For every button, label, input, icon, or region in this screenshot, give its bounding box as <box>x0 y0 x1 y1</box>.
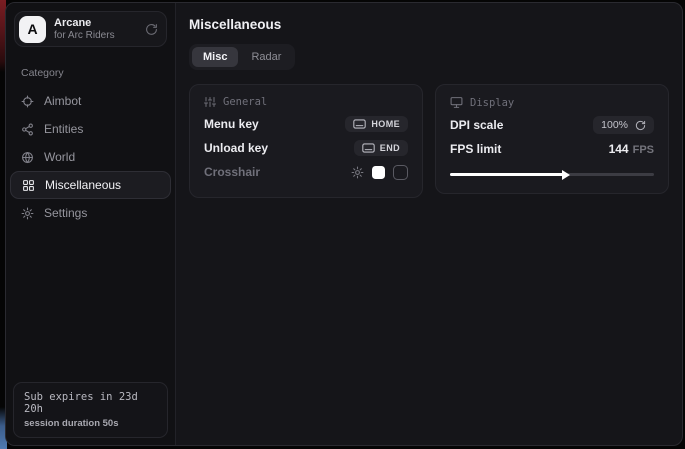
keyboard-icon <box>353 119 366 129</box>
sync-icon[interactable] <box>145 23 158 36</box>
sidebar-item-label: Settings <box>44 206 87 220</box>
menu-key-bind-button[interactable]: HOME <box>345 116 408 132</box>
general-card-header: General <box>204 96 408 108</box>
fps-limit-unit: FPS <box>633 144 654 156</box>
subscription-info-card: Sub expires in 23d 20h session duration … <box>13 382 168 438</box>
desktop-background: A Arcane for Arc Riders Category Aimbot <box>0 0 685 449</box>
sidebar-item-label: Miscellaneous <box>45 178 121 192</box>
fps-limit-row: FPS limit 144 FPS <box>450 137 654 161</box>
unload-key-row: Unload key END <box>204 136 408 160</box>
sidebar-item-miscellaneous[interactable]: Miscellaneous <box>10 171 171 199</box>
page-title: Miscellaneous <box>189 17 669 32</box>
grid-icon <box>22 179 35 192</box>
sub-expiry-text: Sub expires in 23d 20h <box>24 391 157 415</box>
crosshair-settings-gear-icon[interactable] <box>351 166 364 179</box>
menu-key-label: Menu key <box>204 117 259 131</box>
sidebar-item-world[interactable]: World <box>6 143 175 171</box>
fps-limit-label: FPS limit <box>450 142 501 156</box>
tab-radar[interactable]: Radar <box>240 47 292 67</box>
display-card-header: Display <box>450 96 654 109</box>
crosshair-row: Crosshair <box>204 160 408 184</box>
general-card: General Menu key HOME Unload key <box>189 84 423 198</box>
display-card-title: Display <box>470 97 514 109</box>
tab-misc[interactable]: Misc <box>192 47 238 67</box>
crosshair-label: Crosshair <box>204 165 260 179</box>
monitor-icon <box>450 96 463 109</box>
avatar: A <box>19 16 46 43</box>
sidebar-item-label: Aimbot <box>44 94 81 108</box>
fps-limit-value: 144 <box>609 142 629 156</box>
dpi-scale-control[interactable]: 100% <box>593 116 654 134</box>
general-card-title: General <box>223 96 267 108</box>
unload-key-value: END <box>380 143 400 153</box>
reload-icon[interactable] <box>635 120 646 131</box>
sidebar-item-entities[interactable]: Entities <box>6 115 175 143</box>
display-card: Display DPI scale 100% FPS limit <box>435 84 669 194</box>
crosshair-enable-checkbox[interactable] <box>393 165 408 180</box>
menu-key-row: Menu key HOME <box>204 112 408 136</box>
crosshair-color-swatch[interactable] <box>372 166 385 179</box>
unload-key-bind-button[interactable]: END <box>354 140 408 156</box>
main-content: Miscellaneous Misc Radar General Menu ke… <box>176 3 682 445</box>
user-meta: Arcane for Arc Riders <box>54 17 137 41</box>
sliders-icon <box>204 96 216 108</box>
session-duration-text: session duration 50s <box>24 418 157 429</box>
gear-icon <box>21 207 34 220</box>
sidebar: A Arcane for Arc Riders Category Aimbot <box>6 3 176 445</box>
dpi-scale-row: DPI scale 100% <box>450 113 654 137</box>
fps-limit-slider[interactable] <box>450 168 654 180</box>
keyboard-icon <box>362 143 375 153</box>
dpi-scale-label: DPI scale <box>450 118 503 132</box>
user-card: A Arcane for Arc Riders <box>14 11 167 47</box>
crosshair-icon <box>21 95 34 108</box>
dpi-scale-value: 100% <box>601 119 628 131</box>
slider-fill <box>450 173 564 176</box>
app-title: Arcane <box>54 17 137 30</box>
network-nodes-icon <box>21 123 34 136</box>
sidebar-item-aimbot[interactable]: Aimbot <box>6 87 175 115</box>
tab-bar: Misc Radar <box>189 44 295 70</box>
sidebar-item-label: Entities <box>44 122 83 136</box>
app-window: A Arcane for Arc Riders Category Aimbot <box>5 2 683 446</box>
app-subtitle: for Arc Riders <box>54 30 137 42</box>
slider-thumb[interactable] <box>562 170 570 180</box>
settings-cards: General Menu key HOME Unload key <box>189 84 669 198</box>
fps-limit-readout: 144 FPS <box>609 140 654 158</box>
menu-key-value: HOME <box>371 119 400 129</box>
crosshair-controls <box>351 165 408 180</box>
sidebar-nav: Aimbot Entities World <box>6 87 175 227</box>
category-label: Category <box>21 67 175 79</box>
sidebar-item-label: World <box>44 150 75 164</box>
unload-key-label: Unload key <box>204 141 268 155</box>
globe-icon <box>21 151 34 164</box>
sidebar-item-settings[interactable]: Settings <box>6 199 175 227</box>
